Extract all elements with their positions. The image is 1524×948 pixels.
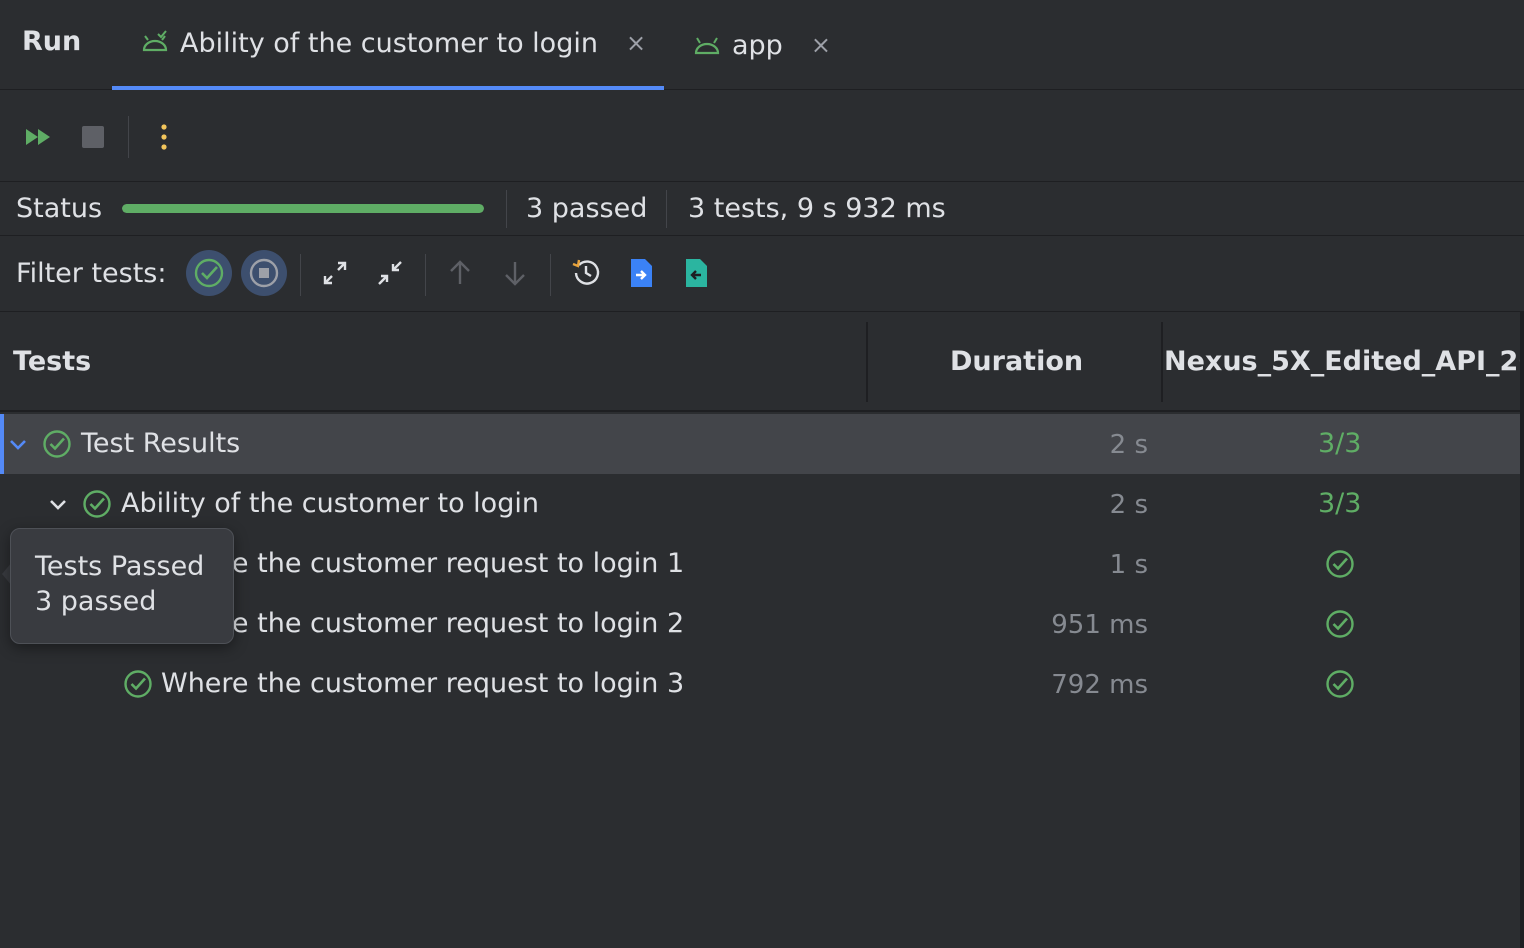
tooltip-detail: 3 passed — [35, 586, 157, 617]
filter-label: Filter tests: — [16, 258, 167, 289]
passed-check-icon — [83, 490, 111, 518]
toolbar-divider — [128, 116, 129, 158]
test-result: 3/3 — [1318, 488, 1362, 519]
test-duration: 2 s — [1109, 490, 1148, 520]
chevron-down-icon[interactable] — [46, 492, 70, 516]
test-row-suite[interactable]: Ability of the customer to login 2 s 3/3 — [0, 474, 1520, 534]
column-divider[interactable] — [866, 322, 868, 402]
export-icon[interactable] — [618, 250, 664, 296]
filter-bar: Filter tests: — [0, 236, 1524, 312]
run-tool-window-title: Run — [22, 26, 82, 57]
test-name: Where the customer request to login 2 — [161, 608, 685, 639]
column-header-duration[interactable]: Duration — [950, 346, 1083, 377]
passed-check-icon — [1326, 550, 1354, 578]
android-icon — [692, 30, 722, 60]
show-skipped-icon[interactable] — [241, 250, 287, 296]
test-result: 3/3 — [1318, 428, 1362, 459]
close-icon[interactable]: × — [811, 31, 831, 59]
test-name: Ability of the customer to login — [121, 488, 539, 519]
tab-ability-of-customer-to-login[interactable]: Ability of the customer to login × — [112, 0, 664, 90]
rerun-icon[interactable] — [22, 120, 56, 154]
passed-check-icon — [1326, 610, 1354, 638]
test-duration: 2 s — [1109, 430, 1148, 460]
status-label: Status — [16, 193, 103, 224]
android-test-icon — [140, 28, 170, 58]
test-name: Where the customer request to login 3 — [161, 668, 685, 699]
column-divider[interactable] — [1161, 322, 1163, 402]
test-duration: 951 ms — [1051, 610, 1148, 640]
progress-fill — [122, 204, 484, 213]
status-divider — [666, 190, 667, 228]
tooltip-title: Tests Passed — [35, 551, 205, 582]
more-options-icon[interactable] — [147, 120, 181, 154]
tab-app[interactable]: app × — [692, 0, 831, 90]
tab-label: app — [732, 29, 783, 61]
vertical-scrollbar[interactable] — [1520, 312, 1524, 948]
test-name: Where the customer request to login 1 — [161, 548, 685, 579]
history-icon[interactable] — [563, 250, 609, 296]
tests-passed-tooltip: Tests Passed 3 passed — [10, 528, 234, 644]
passed-count: 3 passed — [526, 193, 648, 224]
collapse-all-icon[interactable] — [367, 250, 413, 296]
test-row-root[interactable]: Test Results 2 s 3/3 — [0, 414, 1520, 474]
filter-divider — [550, 254, 551, 296]
close-icon[interactable]: × — [626, 29, 646, 57]
progress-bar — [122, 204, 484, 213]
show-passed-icon[interactable] — [186, 250, 232, 296]
passed-check-icon — [124, 670, 152, 698]
previous-failed-icon[interactable] — [437, 250, 483, 296]
filter-divider — [425, 254, 426, 296]
chevron-down-icon[interactable] — [6, 432, 30, 456]
test-summary: 3 tests, 9 s 932 ms — [688, 193, 946, 224]
import-icon[interactable] — [673, 250, 719, 296]
tab-label: Ability of the customer to login — [180, 27, 598, 59]
tool-window-tabbar: Run Ability of the customer to login × a… — [0, 0, 1524, 90]
next-failed-icon[interactable] — [492, 250, 538, 296]
status-divider — [506, 190, 507, 228]
status-bar: Status 3 passed 3 tests, 9 s 932 ms — [0, 182, 1524, 236]
expand-all-icon[interactable] — [312, 250, 358, 296]
test-row-case[interactable]: Where the customer request to login 3 79… — [0, 654, 1520, 714]
stop-icon[interactable] — [76, 120, 110, 154]
test-duration: 792 ms — [1051, 670, 1148, 700]
test-table-header: Tests Duration Nexus_5X_Edited_API_26 — [0, 312, 1524, 412]
column-header-tests[interactable]: Tests — [13, 346, 91, 377]
passed-check-icon — [1326, 670, 1354, 698]
column-header-device[interactable]: Nexus_5X_Edited_API_26 — [1164, 346, 1524, 377]
run-toolbar — [0, 90, 1524, 182]
selection-marker — [0, 414, 4, 474]
passed-check-icon — [43, 430, 71, 458]
test-name: Test Results — [81, 428, 241, 459]
test-duration: 1 s — [1109, 550, 1148, 580]
filter-divider — [300, 254, 301, 296]
